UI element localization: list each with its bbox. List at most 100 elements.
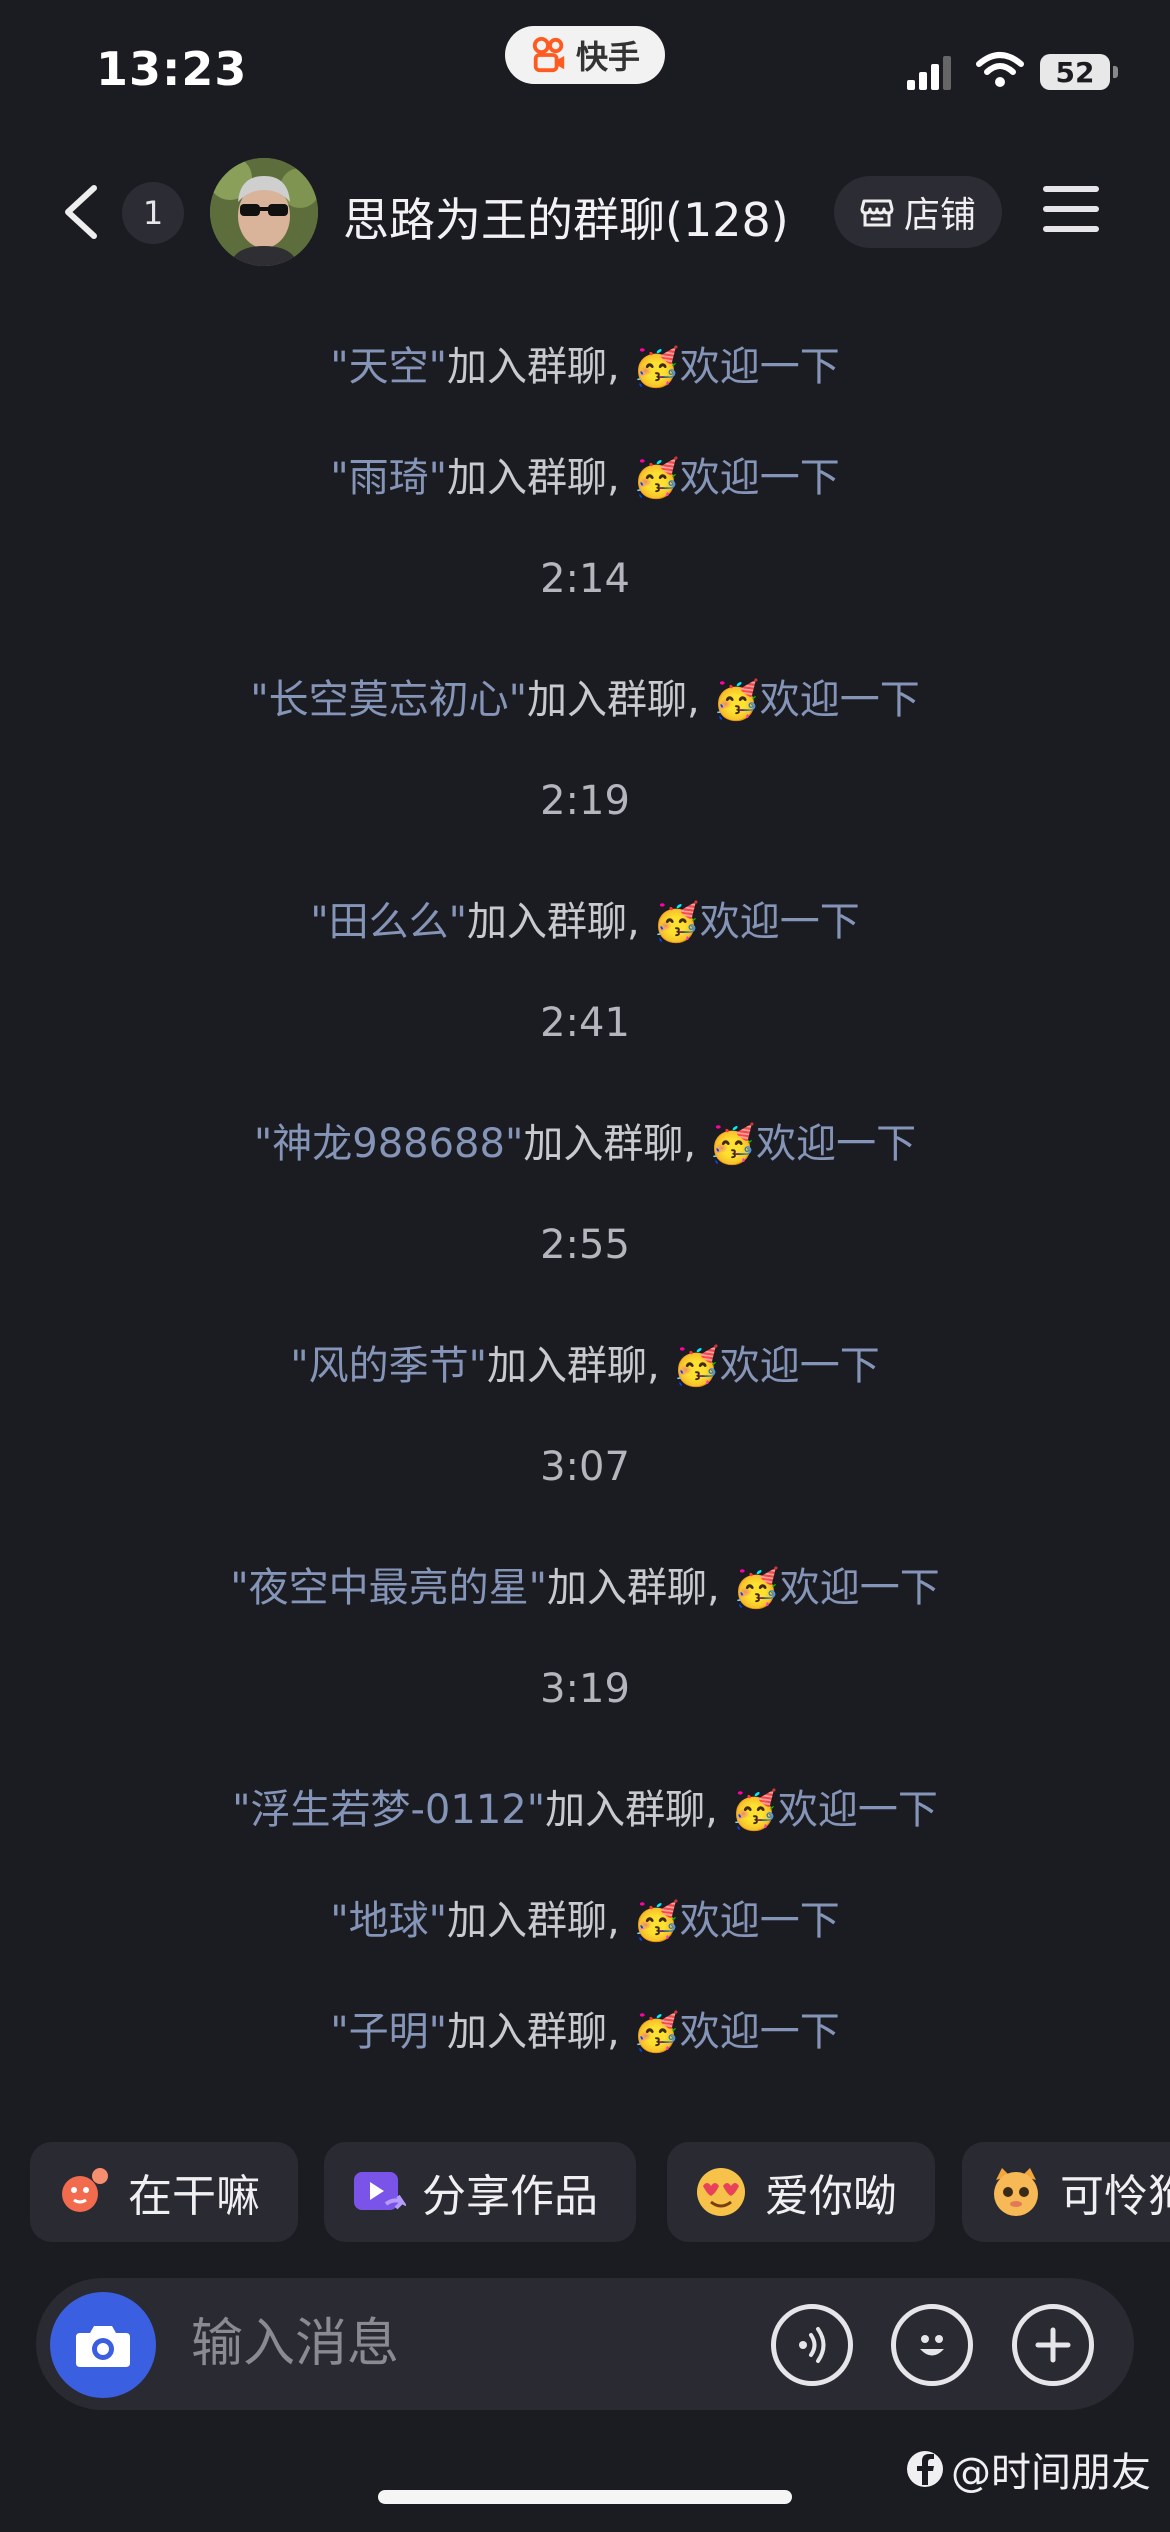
message-input[interactable] <box>191 2308 771 2380</box>
plus-icon <box>1035 2327 1071 2363</box>
join-notice: "神龙988688"加入群聊, 🥳欢迎一下 <box>0 1111 1170 1169</box>
member-name-link[interactable]: "子明" <box>330 2009 447 2055</box>
quick-reply-label: 可怜狗 <box>1060 2171 1170 2222</box>
group-avatar[interactable] <box>210 158 318 266</box>
join-text: 加入群聊, <box>547 1565 733 1611</box>
party-face-emoji-icon: 🥳 <box>632 456 680 500</box>
more-options-button[interactable] <box>1012 2304 1094 2386</box>
facebook-logo-icon <box>907 2451 943 2487</box>
party-face-emoji-icon: 🥳 <box>632 345 680 389</box>
quick-reply-chip[interactable]: 分享作品 <box>324 2142 636 2242</box>
message-input-bar <box>36 2278 1134 2410</box>
quick-reply-label: 在干嘛 <box>128 2171 260 2222</box>
join-text: 加入群聊, <box>487 1343 673 1389</box>
shop-button-label: 店铺 <box>903 195 976 236</box>
join-text: 加入群聊, <box>447 455 633 501</box>
member-name-link[interactable]: "夜空中最亮的星" <box>230 1565 547 1611</box>
heart-eyes-emoji-icon <box>693 2164 749 2220</box>
back-arrow-icon[interactable] <box>56 182 106 242</box>
join-text: 加入群聊, <box>447 344 633 390</box>
timestamp: 2:14 <box>540 556 630 602</box>
member-name-link[interactable]: "天空" <box>330 344 447 390</box>
welcome-action-link[interactable]: 欢迎一下 <box>720 1343 880 1389</box>
join-notice: "风的季节"加入群聊, 🥳欢迎一下 <box>0 1333 1170 1391</box>
quick-reply-chip[interactable]: 可怜狗 <box>962 2142 1170 2242</box>
join-text: 加入群聊, <box>447 2009 633 2055</box>
shop-button[interactable]: 店铺 <box>834 176 1002 248</box>
cellular-signal-icon <box>907 56 951 90</box>
welcome-action-link[interactable]: 欢迎一下 <box>760 677 920 723</box>
watermark: @时间朋友 <box>905 2440 1151 2498</box>
timestamp: 3:19 <box>540 1666 630 1712</box>
unread-count-badge[interactable]: 1 <box>122 182 184 244</box>
share-video-icon <box>350 2164 406 2220</box>
chat-header: 1 思路为王的群聊(128) 店铺 <box>0 150 1170 275</box>
avatar-photo-icon <box>210 158 318 266</box>
camera-icon <box>76 2326 130 2367</box>
join-notice: "地球"加入群聊, 🥳欢迎一下 <box>0 1888 1170 1946</box>
voice-wave-icon <box>799 2327 826 2363</box>
quick-reply-label: 分享作品 <box>422 2171 598 2222</box>
member-name-link[interactable]: "地球" <box>330 1898 447 1944</box>
quick-reply-chip[interactable]: 在干嘛 <box>30 2142 298 2242</box>
timestamp: 2:19 <box>540 778 630 824</box>
welcome-action-link[interactable]: 欢迎一下 <box>680 455 840 501</box>
join-text: 加入群聊, <box>467 899 653 945</box>
member-name-link[interactable]: "神龙988688" <box>254 1121 524 1167</box>
member-name-link[interactable]: "田么么" <box>310 899 467 945</box>
quick-reply-label: 爱你呦 <box>765 2171 897 2222</box>
join-text: 加入群聊, <box>523 1121 709 1167</box>
party-face-emoji-icon: 🥳 <box>652 900 700 944</box>
wifi-icon <box>976 52 1024 87</box>
join-notice: "田么么"加入群聊, 🥳欢迎一下 <box>0 889 1170 947</box>
emoji-button[interactable] <box>891 2304 973 2386</box>
kuaishou-logo-icon <box>532 36 565 73</box>
join-notice: "雨琦"加入群聊, 🥳欢迎一下 <box>0 445 1170 503</box>
app-name: 快手 <box>575 38 640 76</box>
menu-icon[interactable] <box>1043 186 1103 236</box>
home-indicator[interactable] <box>378 2490 792 2504</box>
timestamp: 2:55 <box>540 1222 630 1268</box>
welcome-action-link[interactable]: 欢迎一下 <box>680 1898 840 1944</box>
party-face-emoji-icon: 🥳 <box>730 1788 778 1832</box>
party-face-emoji-icon: 🥳 <box>632 2010 680 2054</box>
party-face-emoji-icon: 🥳 <box>708 1122 757 1166</box>
timestamp: 3:07 <box>540 1444 630 1490</box>
chat-title[interactable]: 思路为王的群聊(128) <box>343 184 789 250</box>
member-name-link[interactable]: "长空莫忘初心" <box>250 677 527 723</box>
member-name-link[interactable]: "浮生若梦-0112" <box>232 1787 545 1833</box>
app-indicator-pill[interactable]: 快手 <box>505 26 665 84</box>
welcome-action-link[interactable]: 欢迎一下 <box>756 1121 916 1167</box>
voice-button[interactable] <box>771 2304 853 2386</box>
welcome-action-link[interactable]: 欢迎一下 <box>680 2009 840 2055</box>
waving-figure-icon <box>56 2164 112 2220</box>
camera-button[interactable] <box>50 2292 156 2398</box>
member-name-link[interactable]: "风的季节" <box>290 1343 487 1389</box>
party-face-emoji-icon: 🥳 <box>632 1899 680 1943</box>
battery-indicator: 52 <box>1040 54 1118 90</box>
welcome-action-link[interactable]: 欢迎一下 <box>780 1565 940 1611</box>
timestamp: 2:41 <box>540 1000 630 1046</box>
join-notice: "长空莫忘初心"加入群聊, 🥳欢迎一下 <box>0 667 1170 725</box>
status-bar: 13:23 快手 52 <box>0 0 1170 140</box>
join-notice: "浮生若梦-0112"加入群聊, 🥳欢迎一下 <box>0 1777 1170 1835</box>
join-text: 加入群聊, <box>545 1787 731 1833</box>
welcome-action-link[interactable]: 欢迎一下 <box>778 1787 938 1833</box>
member-name-link[interactable]: "雨琦" <box>330 455 447 501</box>
welcome-action-link[interactable]: 欢迎一下 <box>680 344 840 390</box>
welcome-action-link[interactable]: 欢迎一下 <box>700 899 860 945</box>
join-text: 加入群聊, <box>527 677 713 723</box>
join-notice: "夜空中最亮的星"加入群聊, 🥳欢迎一下 <box>0 1555 1170 1613</box>
join-text: 加入群聊, <box>447 1898 633 1944</box>
shop-icon <box>860 199 894 227</box>
party-face-emoji-icon: 🥳 <box>732 1566 780 1610</box>
join-notice: "子明"加入群聊, 🥳欢迎一下 <box>0 1999 1170 2057</box>
status-time: 13:23 <box>96 42 248 96</box>
smiley-icon <box>920 2335 944 2356</box>
join-notice: "天空"加入群聊, 🥳欢迎一下 <box>0 334 1170 392</box>
quick-reply-chip[interactable]: 爱你呦 <box>667 2142 935 2242</box>
watermark-text: @时间朋友 <box>951 2450 1151 2496</box>
pleading-cat-emoji-icon <box>988 2164 1044 2220</box>
party-face-emoji-icon: 🥳 <box>672 1344 720 1388</box>
party-face-emoji-icon: 🥳 <box>712 678 760 722</box>
